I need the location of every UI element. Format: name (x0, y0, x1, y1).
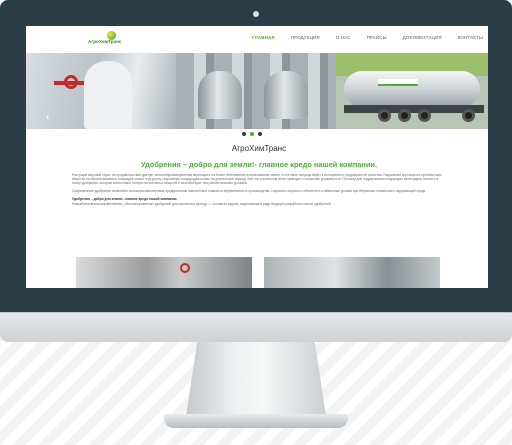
top-navigation: АгроХимТранс ГЛАВНАЯ ПРОДУКЦИЯ О НАС ПРА… (26, 26, 488, 53)
valve-icon (180, 263, 190, 273)
storage-tank (198, 71, 242, 119)
worker-figure (84, 61, 132, 129)
tanker-logo (378, 79, 418, 86)
website-screen: АгроХимТранс ГЛАВНАЯ ПРОДУКЦИЯ О НАС ПРА… (26, 26, 488, 288)
valve-icon (64, 75, 78, 89)
slogan-heading: Удобрения – добро для земли!- главное кр… (140, 160, 377, 169)
nav-item-about[interactable]: О НАС (336, 35, 351, 40)
slider-dots (242, 132, 266, 136)
nav-item-home[interactable]: ГЛАВНАЯ (252, 35, 275, 40)
tanker-truck (344, 71, 480, 107)
second-paragraph: Современные удобрения позволяют сельскох… (72, 189, 427, 194)
nav-item-prices[interactable]: ПРАЙСЫ (367, 35, 387, 40)
truck-wheel (378, 109, 391, 122)
truck-wheel (462, 109, 475, 122)
logo-text: АгроХимТранс (88, 39, 122, 44)
bold-slogan-line: Удобрения – добро для земли!- главное кр… (72, 197, 178, 202)
slider-dot-active[interactable] (250, 132, 254, 136)
slider-dot[interactable] (242, 132, 246, 136)
monitor-stand-base (164, 414, 348, 428)
main-menu: ГЛАВНАЯ ПРОДУКЦИЯ О НАС ПРАЙСЫ ДОКУМЕНТА… (252, 35, 488, 40)
monitor-chin (0, 312, 512, 342)
nav-item-documents[interactable]: ДОКУМЕНТАЦИЯ (403, 35, 442, 40)
site-logo[interactable]: АгроХимТранс (88, 31, 122, 49)
hero-slider[interactable]: ‹ (26, 53, 488, 129)
main-content: АгроХимТранс Удобрения – добро для земли… (72, 144, 446, 211)
truck-wheel (418, 109, 431, 122)
page-title: АгроХимТранс (231, 144, 287, 153)
monitor-stand-neck (186, 342, 326, 416)
slider-dot[interactable] (258, 132, 262, 136)
camera-icon (253, 11, 259, 17)
nav-item-contacts[interactable]: КОНТАКТЫ (458, 35, 483, 40)
intro-paragraph: Растущий мировой спрос на продовольствие… (72, 173, 442, 186)
storage-tank (264, 71, 308, 119)
content-photo-warehouse (264, 257, 440, 288)
slider-prev-icon[interactable]: ‹ (46, 112, 49, 123)
nav-item-products[interactable]: ПРОДУКЦИЯ (291, 35, 320, 40)
content-photo-plant (76, 257, 252, 288)
truck-wheel (398, 109, 411, 122)
third-paragraph: Разработка высокоэффективных, сбалансиро… (72, 202, 332, 207)
